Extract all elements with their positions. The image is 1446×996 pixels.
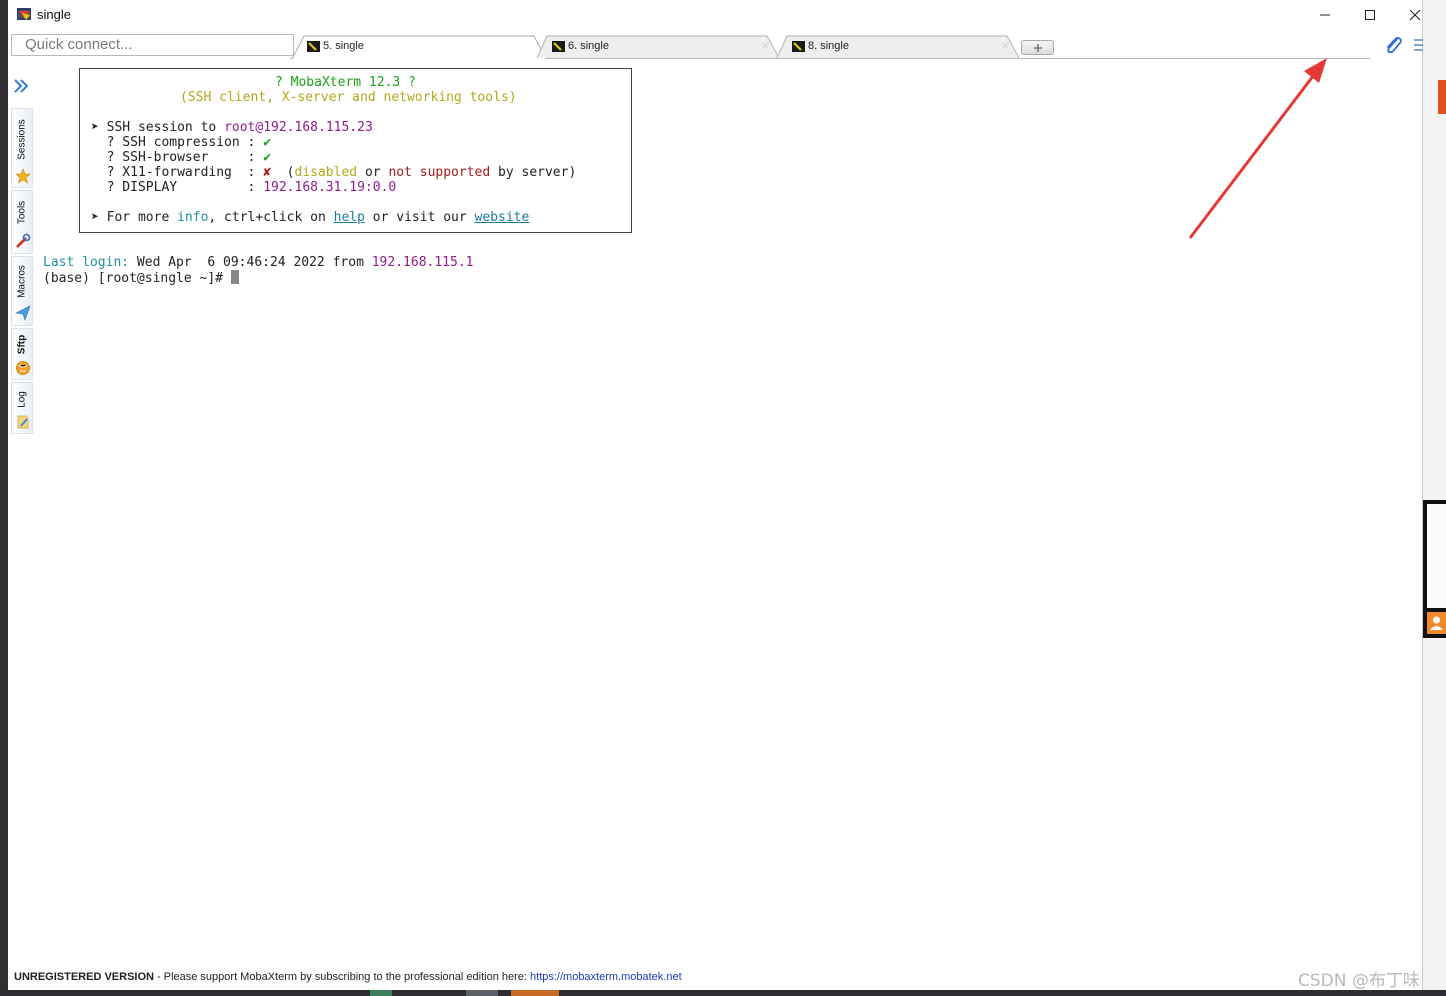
sidebar-tab-macros[interactable]: Macros — [11, 256, 33, 326]
info-prefix: ➤ For more — [91, 210, 178, 225]
tab-6-single[interactable]: 6. single × — [535, 35, 783, 59]
paper-plane-icon — [15, 305, 31, 321]
feature-label: ? SSH-browser : — [91, 150, 264, 165]
x11-note-disabled: disabled — [294, 165, 358, 180]
status-url-link[interactable]: https://mobaxterm.mobatek.net — [530, 971, 682, 983]
taskbar-app-button[interactable] — [511, 990, 559, 996]
left-sidebar: Sessions Tools Macros Sftp Log — [8, 70, 34, 440]
feature-label: ? SSH compression : — [91, 135, 264, 150]
cross-icon: ✘ — [263, 165, 272, 180]
last-login-ip: 192.168.115.1 — [371, 255, 474, 270]
x11-note-or: or — [357, 165, 389, 180]
quick-connect-input[interactable] — [11, 34, 294, 56]
status-message: - Please support MobaXterm by subscribin… — [153, 971, 531, 983]
last-login-label: Last login: — [43, 255, 130, 270]
feature-display: ? DISPLAY : 192.168.31.19:0.0 — [91, 180, 397, 195]
minimize-icon — [1320, 14, 1330, 16]
background-window-thumbnail — [1423, 500, 1446, 638]
session-prefix: ➤ SSH session to — [91, 120, 225, 135]
new-tab-button[interactable] — [1021, 40, 1054, 55]
sidebar-tab-label: Macros — [16, 265, 28, 298]
banner-subtitle: (SSH client, X-server and networking too… — [180, 90, 517, 105]
terminal-cursor — [230, 270, 239, 284]
annotation-arrow-icon — [1188, 58, 1327, 239]
info-mid: , ctrl+click on — [208, 210, 334, 225]
tab-close-icon[interactable]: × — [1001, 39, 1010, 52]
sftp-globe-icon — [16, 361, 30, 375]
ssh-terminal-icon — [552, 41, 565, 52]
last-login-value: Wed Apr 6 09:46:24 2022 from — [129, 255, 372, 270]
desktop-background-right — [1423, 0, 1446, 996]
last-login-line: Last login: Wed Apr 6 09:46:24 2022 from… — [43, 255, 473, 270]
info-visit: or visit our — [364, 210, 475, 225]
session-user: root — [224, 120, 256, 135]
close-icon — [1409, 9, 1421, 21]
thumbnail-content — [1427, 504, 1446, 608]
tab-close-icon[interactable]: × — [761, 39, 770, 52]
background-app-badge — [1438, 80, 1446, 114]
csdn-watermark: CSDN @布丁味 — [1298, 971, 1420, 991]
log-icon — [17, 415, 29, 429]
maximize-button[interactable] — [1347, 0, 1393, 30]
paperclip-icon[interactable] — [1382, 35, 1404, 55]
unregistered-version-label: UNREGISTERED VERSION — [14, 971, 154, 983]
info-line: ➤ For more info, ctrl+click on help or v… — [91, 210, 529, 225]
feature-label: ? X11-forwarding : — [91, 165, 264, 180]
tab-label: 6. single — [568, 40, 609, 52]
sidebar-tab-log[interactable]: Log — [11, 382, 33, 434]
ssh-terminal-icon — [792, 41, 805, 52]
tab-8-single[interactable]: 8. single × — [775, 35, 1023, 59]
tab-label: 8. single — [808, 40, 849, 52]
mobaxterm-app-icon — [17, 8, 31, 20]
sidebar-tab-label: Log — [16, 391, 28, 408]
check-icon: ✔ — [263, 135, 272, 150]
help-link[interactable]: help — [334, 210, 365, 225]
desktop-background-left — [0, 0, 8, 996]
website-link[interactable]: website — [475, 210, 530, 225]
x11-note-not-supported: not supported — [388, 165, 491, 180]
double-chevron-right-icon[interactable] — [13, 78, 29, 94]
star-icon — [15, 168, 31, 184]
window-title: single — [37, 7, 71, 22]
sidebar-tab-sessions[interactable]: Sessions — [11, 108, 33, 188]
title-bar[interactable]: single — [8, 0, 1422, 30]
tab-label: 5. single — [323, 40, 364, 52]
taskbar-app-button[interactable] — [370, 990, 392, 996]
feature-x11-forwarding: ? X11-forwarding : ✘ (disabled or not su… — [91, 165, 577, 180]
x11-note-open: ( — [271, 165, 295, 180]
taskbar — [0, 990, 1446, 996]
sidebar-tab-sftp[interactable]: Sftp — [11, 328, 33, 380]
ssh-terminal-icon — [307, 41, 320, 52]
feature-ssh-compression: ? SSH compression : ✔ — [91, 135, 271, 150]
tab-5-single[interactable]: 5. single — [290, 35, 548, 59]
user-icon — [1427, 612, 1446, 634]
sidebar-tab-label: Tools — [16, 200, 28, 225]
maximize-icon — [1365, 10, 1375, 20]
tools-icon — [16, 233, 31, 248]
shell-prompt-line[interactable]: (base) [root@single ~]# — [43, 270, 239, 286]
x11-note-rest: by server) — [490, 165, 577, 180]
minimize-button[interactable] — [1302, 0, 1348, 30]
banner-title: ? MobaXterm 12.3 ? — [275, 75, 416, 90]
status-bar: UNREGISTERED VERSION - Please support Mo… — [14, 971, 682, 983]
plus-icon — [1033, 43, 1042, 52]
display-value: 192.168.31.19:0.0 — [263, 180, 397, 195]
ssh-session-line: ➤ SSH session to root@192.168.115.23 — [91, 120, 373, 135]
sidebar-tab-tools[interactable]: Tools — [11, 190, 33, 254]
feature-ssh-browser: ? SSH-browser : ✔ — [91, 150, 271, 165]
sidebar-tab-label: Sftp — [16, 334, 28, 355]
feature-label: ? DISPLAY : — [91, 180, 264, 195]
sidebar-tab-label: Sessions — [16, 119, 28, 160]
session-host: @192.168.115.23 — [255, 120, 373, 135]
check-icon: ✔ — [263, 150, 272, 165]
info-word: info — [177, 210, 209, 225]
taskbar-app-button[interactable] — [466, 990, 498, 996]
shell-prompt: (base) [root@single ~]# — [43, 271, 231, 286]
